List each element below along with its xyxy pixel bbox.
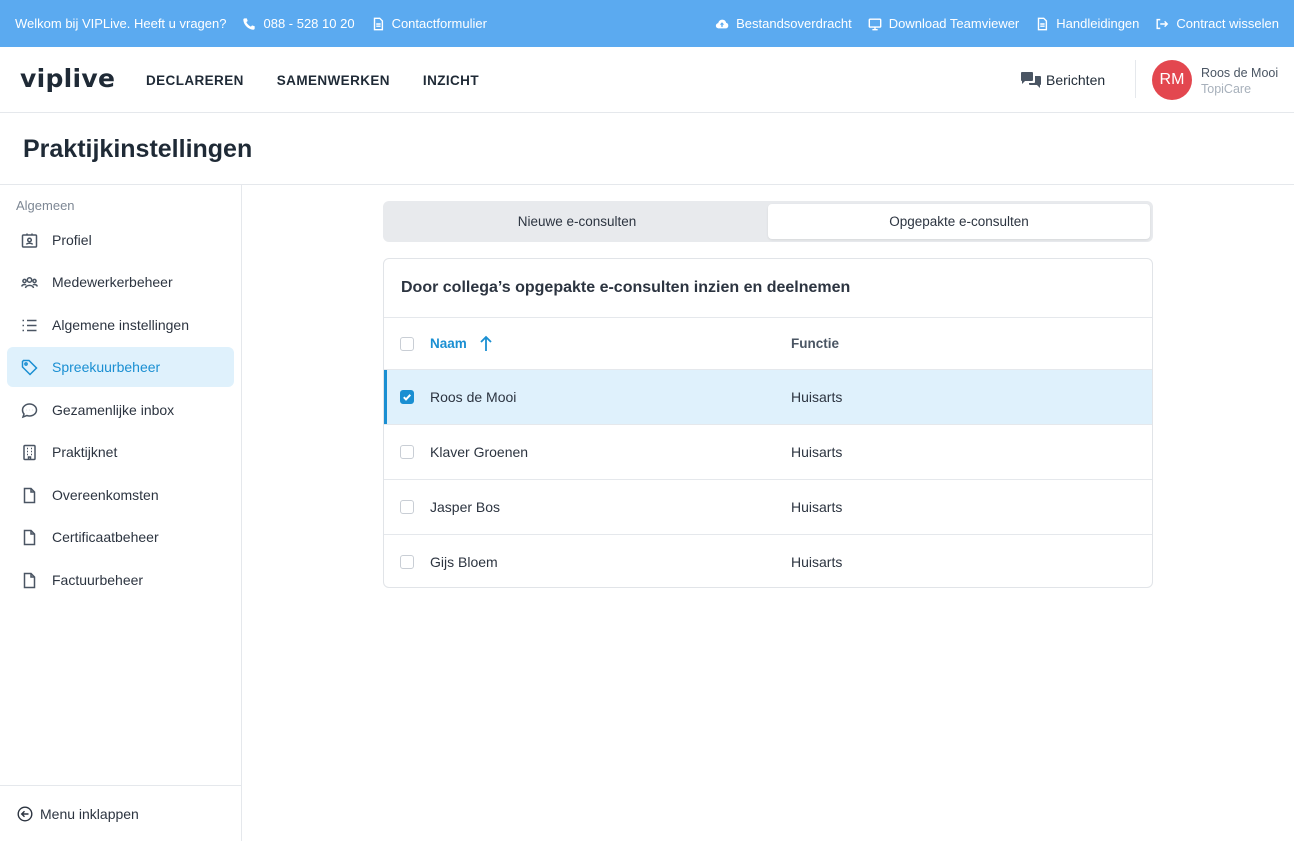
page-title: Praktijkinstellingen: [23, 135, 253, 163]
row-function: Huisarts: [791, 444, 843, 460]
sidebar-item-factuurbeheer[interactable]: Factuurbeheer: [7, 560, 234, 600]
file-icon: [23, 487, 36, 503]
sidebar-item-label: Certificaatbeheer: [52, 529, 159, 545]
tag-icon: [21, 359, 38, 376]
contact-form-label: Contactformulier: [391, 16, 487, 31]
row-checkbox[interactable]: [400, 390, 414, 404]
collapse-menu-label: Menu inklappen: [40, 805, 139, 822]
table-row[interactable]: Gijs Bloem Huisarts: [384, 534, 1152, 587]
building-icon: [23, 444, 36, 460]
row-checkbox[interactable]: [400, 500, 414, 514]
document-icon: [1038, 17, 1048, 30]
main-nav: DECLAREREN SAMENWERKEN INZICHT: [146, 73, 512, 88]
row-function: Huisarts: [791, 553, 843, 570]
user-organisation: TopiCare: [1201, 82, 1252, 96]
cloud-upload-icon: [715, 19, 729, 28]
column-header-name-label: Naam: [430, 336, 467, 351]
sidebar-item-label: Overeenkomsten: [52, 487, 159, 503]
chat-bubble-icon: [21, 402, 38, 418]
sidebar-item-medewerkerbeheer[interactable]: Medewerkerbeheer: [7, 262, 234, 302]
row-function: Huisarts: [791, 499, 843, 515]
column-header-name[interactable]: Naam: [430, 335, 493, 352]
phone-icon: [243, 17, 256, 30]
chat-bubbles-icon: [1021, 72, 1041, 88]
sidebar-item-label: Praktijknet: [52, 444, 118, 460]
main-header: viplive DECLAREREN SAMENWERKEN INZICHT B…: [0, 47, 1294, 113]
card-title: Door collega’s opgepakte e-consulten inz…: [401, 279, 851, 296]
id-card-icon: [21, 233, 38, 248]
nav-samenwerken[interactable]: SAMENWERKEN: [277, 73, 390, 88]
table-row[interactable]: Klaver Groenen Huisarts: [384, 425, 1152, 480]
sidebar-item-gezamenlijke-inbox[interactable]: Gezamenlijke inbox: [7, 390, 234, 430]
sidebar-item-praktijknet[interactable]: Praktijknet: [7, 432, 234, 472]
nav-inzicht[interactable]: INZICHT: [423, 73, 479, 88]
sidebar-item-label: Profiel: [52, 232, 92, 248]
consult-tabs: Nieuwe e-consulten Opgepakte e-consulten: [383, 201, 1153, 242]
file-icon: [23, 529, 36, 545]
teamviewer-link[interactable]: Download Teamviewer: [868, 16, 1020, 31]
tab-opgepakte-e-consulten[interactable]: Opgepakte e-consulten: [768, 204, 1150, 239]
user-name: Roos de Mooi: [1201, 66, 1279, 80]
row-name: Roos de Mooi: [430, 389, 517, 405]
file-icon: [23, 572, 36, 588]
user-info[interactable]: Roos de Mooi TopiCare: [1201, 65, 1278, 97]
collapse-menu-button[interactable]: Menu inklappen: [0, 785, 241, 841]
row-function: Huisarts: [791, 389, 843, 405]
document-icon: [373, 17, 383, 30]
colleague-consults-card: Door collega’s opgepakte e-consulten inz…: [383, 258, 1153, 588]
switch-contract-link[interactable]: Contract wisselen: [1155, 16, 1279, 31]
tab-nieuwe-e-consulten[interactable]: Nieuwe e-consulten: [386, 204, 768, 239]
row-checkbox[interactable]: [400, 445, 414, 459]
row-name: Jasper Bos: [430, 499, 501, 515]
checkmark-icon: [403, 394, 412, 401]
sidebar: Algemeen Profiel Medewerkerbeheer Algeme…: [0, 185, 242, 841]
switch-icon: [1156, 18, 1169, 29]
file-transfer-link[interactable]: Bestandsoverdracht: [715, 16, 852, 31]
manuals-link[interactable]: Handleidingen: [1035, 16, 1139, 31]
sidebar-item-label: Algemene instellingen: [52, 317, 189, 333]
select-all-checkbox[interactable]: [400, 336, 414, 351]
phone-link[interactable]: 088 - 528 10 20: [242, 16, 355, 31]
sidebar-item-overeenkomsten[interactable]: Overeenkomsten: [7, 475, 234, 515]
sidebar-item-profiel[interactable]: Profiel: [7, 220, 234, 260]
sidebar-item-label: Gezamenlijke inbox: [52, 402, 175, 418]
top-info-bar: Welkom bij VIPLive. Heeft u vragen? 088 …: [0, 0, 1294, 47]
teamviewer-label: Download Teamviewer: [888, 16, 1020, 31]
table-row[interactable]: Jasper Bos Huisarts: [384, 480, 1152, 535]
table-row[interactable]: Roos de Mooi Huisarts: [384, 370, 1152, 425]
sidebar-item-label: Spreekuurbeheer: [52, 359, 161, 375]
avatar[interactable]: RM: [1152, 60, 1192, 100]
column-header-function[interactable]: Functie: [791, 336, 839, 351]
contact-form-link[interactable]: Contactformulier: [371, 16, 487, 31]
row-name: Klaver Groenen: [430, 444, 529, 460]
page-title-bar: Praktijkinstellingen: [0, 113, 1294, 185]
arrow-left-circle-icon: [17, 805, 33, 822]
header-divider: [1135, 60, 1136, 98]
row-name: Gijs Bloem: [430, 553, 498, 570]
messages-button[interactable]: Berichten: [1020, 71, 1105, 89]
monitor-icon: [868, 17, 882, 30]
users-icon: [21, 276, 38, 288]
sidebar-item-algemene-instellingen[interactable]: Algemene instellingen: [7, 305, 234, 345]
phone-number: 088 - 528 10 20: [263, 16, 355, 31]
sidebar-item-label: Medewerkerbeheer: [52, 274, 173, 290]
messages-label: Berichten: [1046, 72, 1106, 88]
sidebar-item-label: Factuurbeheer: [52, 572, 144, 588]
list-icon: [22, 319, 37, 331]
sidebar-item-certificaatbeheer[interactable]: Certificaatbeheer: [7, 517, 234, 557]
welcome-text: Welkom bij VIPLive. Heeft u vragen?: [15, 16, 227, 31]
sort-ascending-icon: [480, 335, 492, 351]
file-transfer-label: Bestandsoverdracht: [736, 16, 852, 31]
viplive-logo[interactable]: viplive: [20, 64, 115, 93]
sidebar-section-title: Algemeen: [16, 198, 75, 213]
sidebar-item-spreekuurbeheer[interactable]: Spreekuurbeheer: [7, 347, 234, 387]
manuals-label: Handleidingen: [1056, 16, 1140, 31]
table-header-row: Naam Functie: [384, 318, 1152, 370]
nav-declareren[interactable]: DECLAREREN: [146, 73, 244, 88]
row-checkbox[interactable]: [400, 554, 414, 569]
switch-contract-label: Contract wisselen: [1176, 16, 1279, 31]
